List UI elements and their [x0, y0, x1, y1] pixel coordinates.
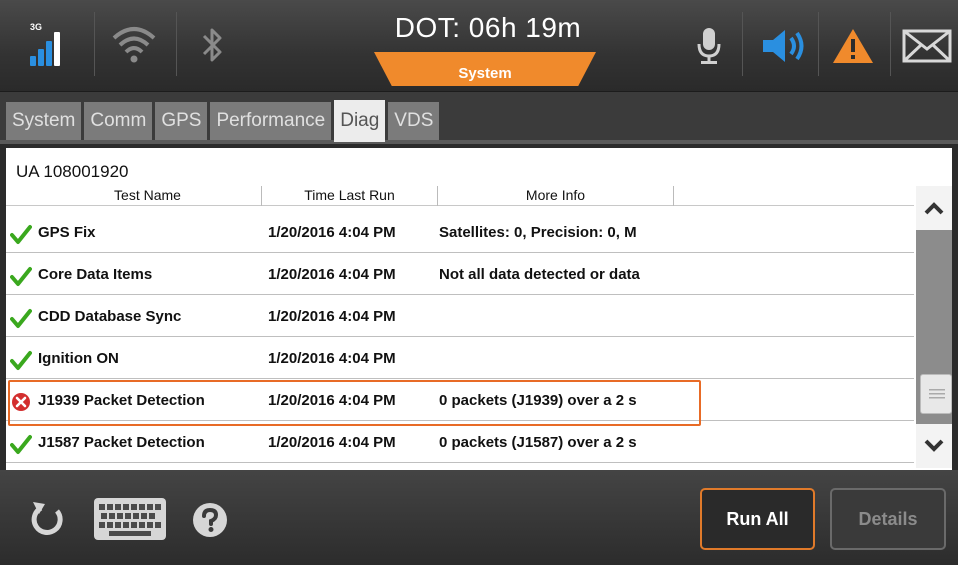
action-bar: Run All Details	[0, 470, 958, 565]
table-row[interactable]: Ignition ON 1/20/2016 4:04 PM	[6, 338, 914, 379]
time-last-run: 1/20/2016 4:04 PM	[268, 266, 396, 283]
check-icon	[10, 307, 32, 329]
more-info: Not all data detected or data	[439, 266, 640, 283]
keyboard-icon[interactable]	[92, 496, 168, 542]
dot-panel: DOT: 06h 19m System	[338, 0, 638, 92]
warning-icon[interactable]	[828, 26, 878, 66]
run-all-button[interactable]: Run All	[700, 488, 815, 550]
mail-icon[interactable]	[900, 28, 954, 64]
table-row[interactable]: GPS Fix 1/20/2016 4:04 PM Satellites: 0,…	[6, 212, 914, 253]
signal-icon: 3G	[26, 22, 70, 70]
tab-bar: System Comm GPS Performance Diag VDS	[0, 92, 958, 144]
time-last-run: 1/20/2016 4:04 PM	[268, 350, 396, 367]
check-icon	[10, 433, 32, 455]
tab-gps[interactable]: GPS	[155, 102, 208, 140]
details-button[interactable]: Details	[830, 488, 946, 550]
scroll-thumb[interactable]	[920, 374, 952, 414]
tab-vds[interactable]: VDS	[388, 102, 440, 140]
table-header: Test Name Time Last Run More Info	[6, 186, 914, 206]
network-type-label: 3G	[30, 22, 43, 32]
check-icon	[10, 223, 32, 245]
help-icon[interactable]	[190, 500, 230, 540]
table-row-selected[interactable]: J1939 Packet Detection 1/20/2016 4:04 PM…	[6, 380, 914, 426]
table-row[interactable]: CDD Database Sync 1/20/2016 4:04 PM	[6, 296, 914, 337]
chevron-down-icon	[924, 439, 944, 452]
diag-panel: UA 108001920 Test Name Time Last Run Mor…	[6, 148, 952, 470]
error-icon	[10, 391, 32, 413]
test-name: GPS Fix	[38, 224, 96, 241]
time-last-run: 1/20/2016 4:04 PM	[268, 434, 396, 451]
dot-status-tab[interactable]: System	[374, 52, 596, 86]
test-name: Ignition ON	[38, 350, 119, 367]
time-last-run: 1/20/2016 4:04 PM	[268, 392, 396, 409]
table-row[interactable]: J1587 Packet Detection 1/20/2016 4:04 PM…	[6, 422, 914, 463]
tab-performance[interactable]: Performance	[210, 102, 332, 140]
scrollbar[interactable]	[916, 186, 952, 468]
unit-id: UA 108001920	[16, 162, 129, 181]
tab-comm[interactable]: Comm	[84, 102, 153, 140]
scroll-up-button[interactable]	[916, 186, 952, 230]
chevron-up-icon	[924, 202, 944, 215]
scroll-down-button[interactable]	[916, 424, 952, 468]
tab-diag[interactable]: Diag	[334, 100, 386, 142]
test-name: J1939 Packet Detection	[38, 392, 205, 409]
test-name: Core Data Items	[38, 266, 153, 283]
status-bar: 3G DOT: 06h 19m System	[0, 0, 958, 92]
tab-system[interactable]: System	[6, 102, 82, 140]
check-icon	[10, 349, 32, 371]
check-icon	[10, 265, 32, 287]
column-header-test-name[interactable]: Test Name	[34, 186, 262, 206]
column-header-more-info[interactable]: More Info	[438, 186, 674, 206]
wifi-icon[interactable]	[108, 22, 160, 66]
grip-icon	[929, 389, 945, 399]
microphone-icon[interactable]	[692, 24, 726, 68]
bluetooth-icon[interactable]	[192, 24, 232, 66]
refresh-icon[interactable]	[24, 496, 70, 542]
more-info: 0 packets (J1587) over a 2 s	[439, 434, 637, 451]
time-last-run: 1/20/2016 4:04 PM	[268, 224, 396, 241]
test-name: J1587 Packet Detection	[38, 434, 205, 451]
column-header-time-last-run[interactable]: Time Last Run	[262, 186, 438, 206]
table-row[interactable]: Core Data Items 1/20/2016 4:04 PM Not al…	[6, 254, 914, 295]
dot-timer: DOT: 06h 19m	[394, 12, 582, 43]
more-info: Satellites: 0, Precision: 0, M	[439, 224, 637, 241]
test-name: CDD Database Sync	[38, 308, 182, 325]
speaker-icon[interactable]	[760, 26, 808, 66]
more-info: 0 packets (J1939) over a 2 s	[439, 392, 637, 409]
time-last-run: 1/20/2016 4:04 PM	[268, 308, 396, 325]
